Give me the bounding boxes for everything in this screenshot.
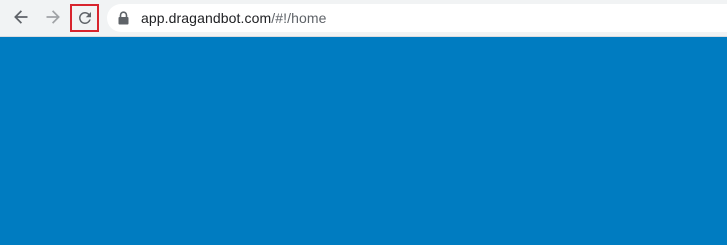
- url-host: app.dragandbot.com: [141, 10, 272, 26]
- url-text[interactable]: app.dragandbot.com/#!/home: [141, 4, 327, 32]
- back-button[interactable]: [8, 4, 34, 30]
- arrow-left-icon: [14, 10, 28, 24]
- forward-button[interactable]: [40, 4, 66, 30]
- browser-window: app.dragandbot.com/#!/home: [0, 0, 727, 245]
- browser-toolbar: app.dragandbot.com/#!/home: [0, 0, 727, 37]
- arrow-right-icon: [46, 10, 60, 24]
- page-content: [0, 37, 727, 245]
- reload-button[interactable]: [70, 4, 99, 32]
- address-bar[interactable]: app.dragandbot.com/#!/home: [107, 4, 727, 32]
- reload-icon: [78, 11, 91, 24]
- lock-icon: [118, 11, 129, 25]
- url-path: /#!/home: [271, 10, 327, 26]
